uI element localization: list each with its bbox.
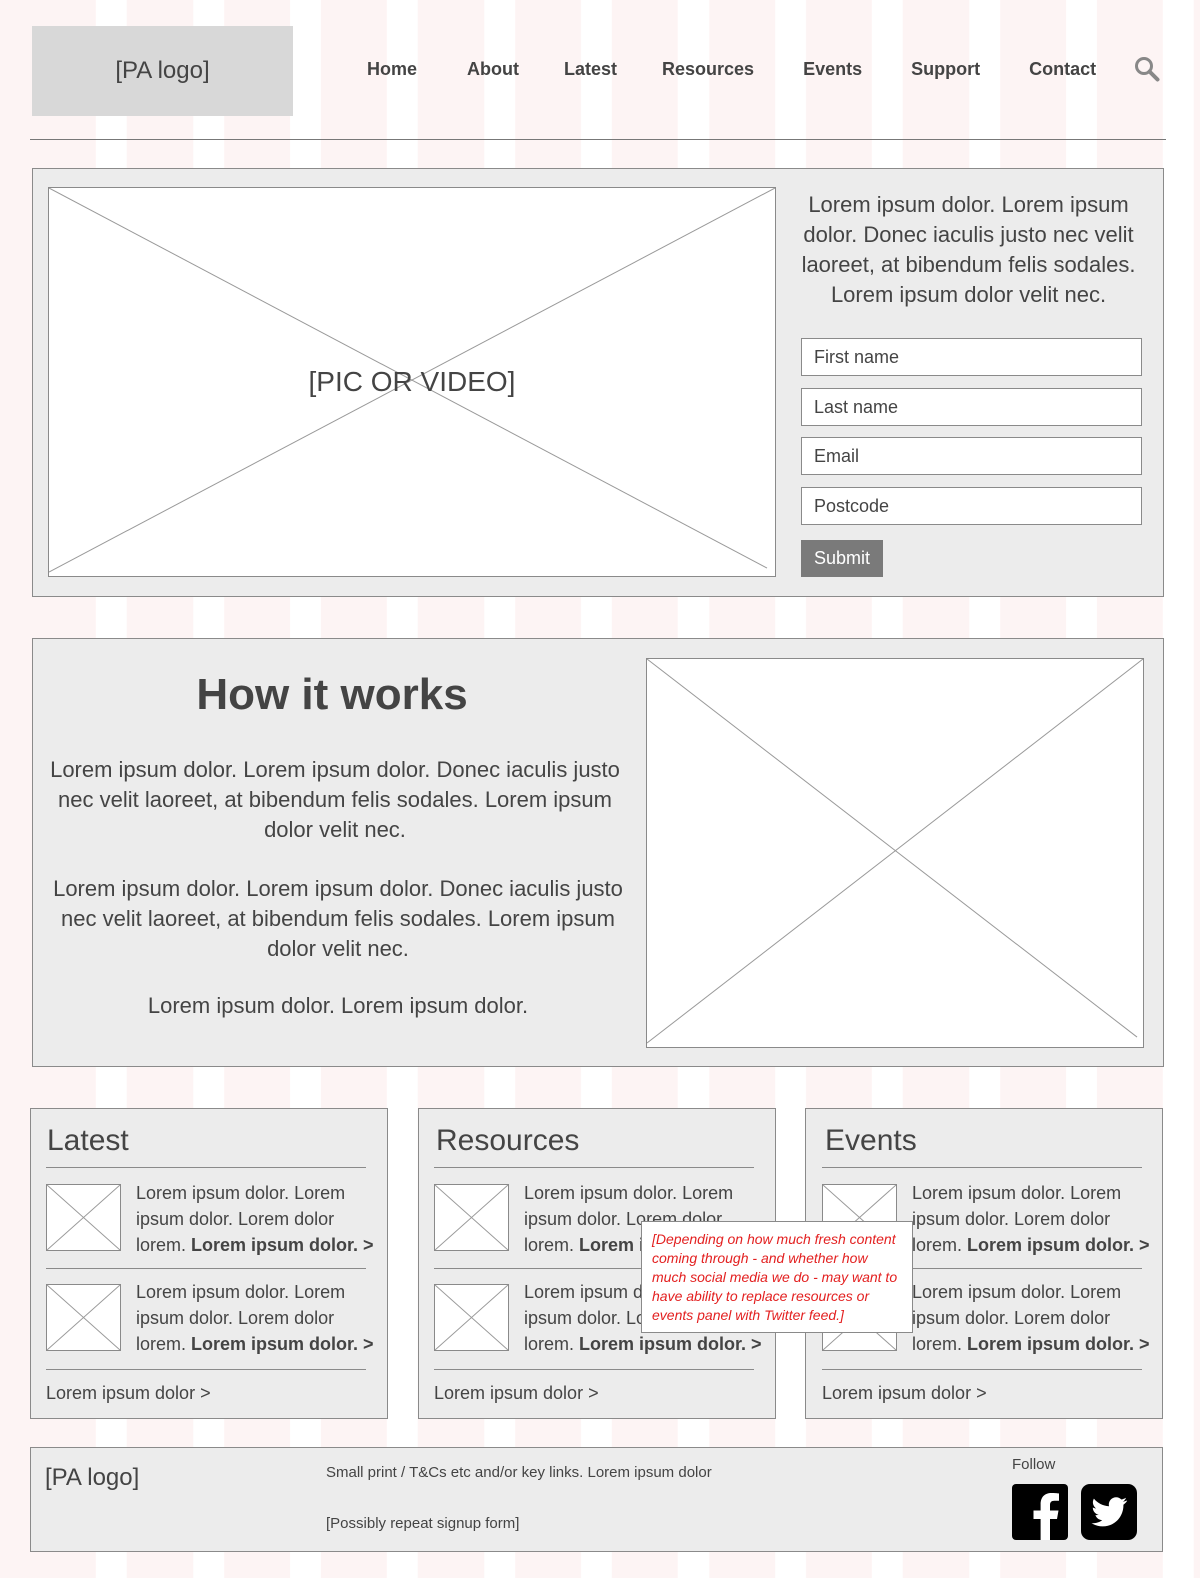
last-name-field[interactable] [801,388,1142,426]
nav-support[interactable]: Support [911,56,980,82]
card-divider [434,1369,754,1370]
footer-logo[interactable]: [PA logo] [45,1464,139,1492]
card-divider [46,1369,366,1370]
latest-more-link[interactable]: Lorem ipsum dolor > [46,1383,211,1404]
follow-label: Follow [1012,1456,1056,1473]
footer-signup-note: [Possibly repeat signup form] [326,1515,520,1532]
header-logo[interactable]: [PA logo] [32,26,293,116]
list-item: Lorem ipsum dolor. Lorem ipsum dolor. Lo… [912,1180,1152,1258]
events-more-link[interactable]: Lorem ipsum dolor > [822,1383,987,1404]
card-divider [46,1268,366,1269]
first-name-field[interactable] [801,338,1142,376]
nav-contact[interactable]: Contact [1029,56,1096,82]
footer-small-print: Small print / T&Cs etc and/or key links.… [326,1464,712,1481]
main-nav: Home About Latest Resources Events Suppo… [345,56,1096,82]
how-it-works-paragraph-2: Lorem ipsum dolor. Lorem ipsum dolor. Do… [53,876,623,961]
nav-about[interactable]: About [467,56,519,82]
submit-button[interactable]: Submit [801,540,883,577]
hero-media-placeholder[interactable]: [PIC OR VIDEO] [48,187,776,577]
footer-panel [30,1447,1163,1552]
events-card-title: Events [825,1124,917,1157]
facebook-icon[interactable] [1012,1484,1068,1540]
card-divider [822,1167,1142,1168]
list-item: Lorem ipsum dolor. Lorem ipsum dolor. Lo… [136,1180,376,1258]
resources-more-link[interactable]: Lorem ipsum dolor > [434,1383,599,1404]
how-it-works-image-placeholder [646,658,1144,1048]
nav-home[interactable]: Home [367,56,417,82]
list-item-thumbnail [46,1184,121,1251]
card-divider [822,1369,1142,1370]
email-field[interactable] [801,437,1142,475]
how-it-works-paragraph-3: Lorem ipsum dolor. Lorem ipsum dolor. [147,993,529,1018]
latest-card-title: Latest [47,1124,129,1157]
how-it-works-title: How it works [196,670,468,719]
list-item-link[interactable]: Lorem ipsum dolor. > [967,1334,1150,1354]
list-item: Lorem ipsum dolor. Lorem ipsum dolor. Lo… [136,1279,376,1357]
nav-events[interactable]: Events [803,56,862,82]
list-item-thumbnail [434,1284,509,1351]
list-item-link[interactable]: Lorem ipsum dolor. > [967,1235,1150,1255]
search-icon[interactable] [1134,56,1160,82]
nav-latest[interactable]: Latest [564,56,617,82]
card-divider [46,1167,366,1168]
list-item-link[interactable]: Lorem ipsum dolor. > [191,1334,374,1354]
nav-resources[interactable]: Resources [662,56,754,82]
list-item: Lorem ipsum dolor. Lorem ipsum dolor. Lo… [912,1279,1152,1357]
list-item-thumbnail [434,1184,509,1251]
twitter-icon[interactable] [1081,1484,1137,1540]
resources-card-title: Resources [436,1124,580,1157]
placeholder-cross-icon [647,659,1143,1044]
list-item-link[interactable]: Lorem ipsum dolor. > [191,1235,374,1255]
card-divider [434,1167,754,1168]
postcode-field[interactable] [801,487,1142,525]
list-item-thumbnail [46,1284,121,1351]
how-it-works-paragraph-1: Lorem ipsum dolor. Lorem ipsum dolor. Do… [50,757,620,842]
designer-note: [Depending on how much fresh content com… [641,1221,913,1333]
hero-text: Lorem ipsum dolor. Lorem ipsum dolor. Do… [801,192,1136,307]
list-item-link[interactable]: Lorem ipsum dolor. > [579,1334,762,1354]
header-divider [30,139,1166,140]
hero-media-label: [PIC OR VIDEO] [308,366,516,397]
